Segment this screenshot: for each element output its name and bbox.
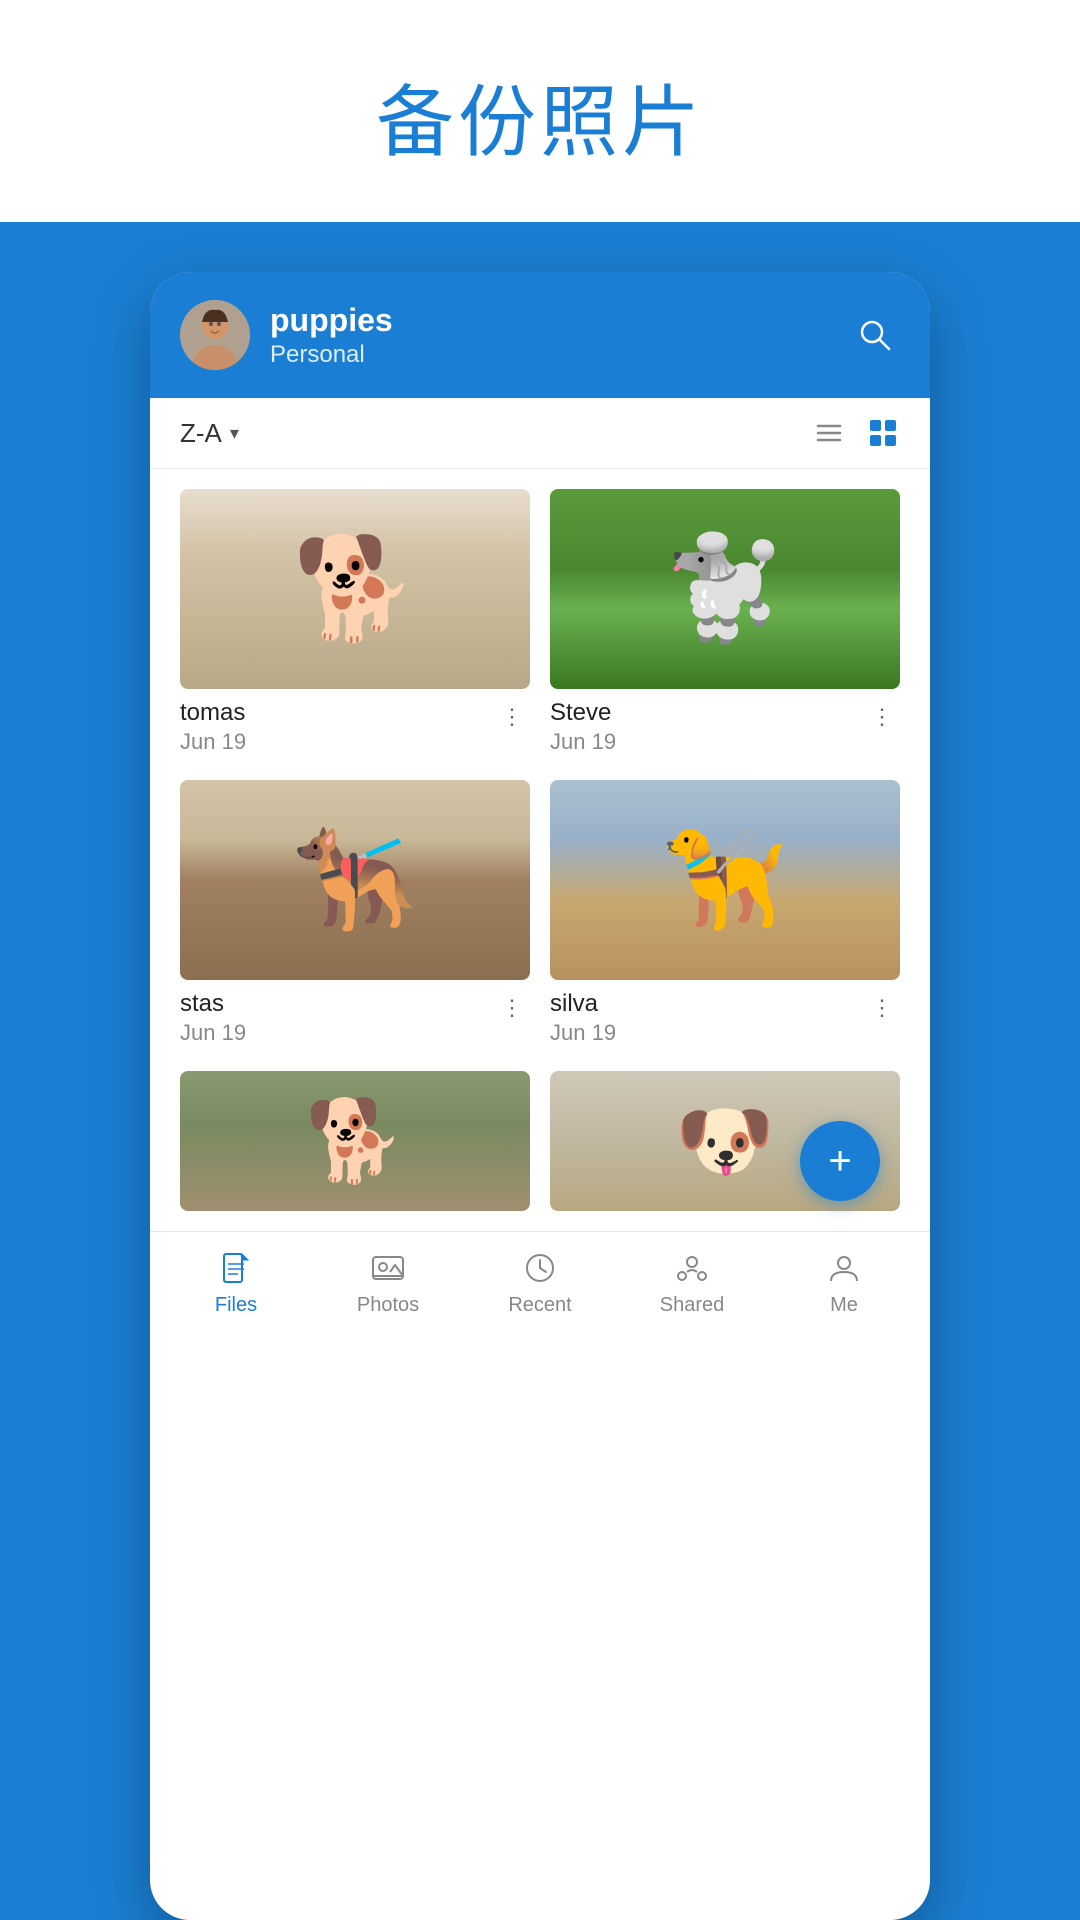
photo-date-stas: Jun 19 (180, 1020, 246, 1046)
photo-name-steve: Steve (550, 699, 616, 727)
photo-info-stas: stas Jun 19 ⋮ (180, 980, 530, 1051)
nav-label-shared: Shared (660, 1294, 725, 1317)
nav-item-recent[interactable]: Recent (464, 1248, 616, 1317)
page-title: 备份照片 (316, 0, 764, 222)
partial-card-1[interactable] (180, 1071, 530, 1211)
more-button-tomas[interactable]: ⋮ (494, 699, 530, 735)
sort-value: Z-A (180, 418, 222, 449)
header-text: puppies Personal (270, 302, 830, 369)
photo-card-steve: Steve Jun 19 ⋮ (550, 489, 900, 760)
search-button[interactable] (850, 310, 900, 360)
chevron-down-icon: ▾ (230, 423, 239, 444)
photo-name-silva: silva (550, 990, 616, 1018)
phone-frame: puppies Personal Z-A ▾ (150, 272, 930, 1920)
folder-type: Personal (270, 341, 830, 369)
shared-icon (672, 1248, 712, 1288)
photo-card-tomas: tomas Jun 19 ⋮ (180, 489, 530, 760)
photo-thumb-tomas[interactable] (180, 489, 530, 689)
photo-card-silva: silva Jun 19 ⋮ (550, 780, 900, 1051)
bottom-navigation: Files Photos (150, 1231, 930, 1341)
photo-thumb-stas[interactable] (180, 780, 530, 980)
view-toggle (812, 416, 900, 450)
photo-info-steve: Steve Jun 19 ⋮ (550, 689, 900, 760)
photo-info-silva: silva Jun 19 ⋮ (550, 980, 900, 1051)
top-section: 备份照片 (0, 0, 1080, 222)
photo-info-tomas: tomas Jun 19 ⋮ (180, 689, 530, 760)
me-icon (824, 1248, 864, 1288)
nav-item-photos[interactable]: Photos (312, 1248, 464, 1317)
add-icon: + (828, 1141, 851, 1181)
more-button-silva[interactable]: ⋮ (864, 990, 900, 1026)
nav-label-recent: Recent (508, 1294, 571, 1317)
nav-label-me: Me (830, 1294, 858, 1317)
photo-date-silva: Jun 19 (550, 1020, 616, 1046)
photos-icon (368, 1248, 408, 1288)
photo-name-tomas: tomas (180, 699, 246, 727)
photo-thumb-silva[interactable] (550, 780, 900, 980)
photo-date-steve: Jun 19 (550, 729, 616, 755)
more-button-steve[interactable]: ⋮ (864, 699, 900, 735)
app-header: puppies Personal (150, 272, 930, 398)
photo-name-stas: stas (180, 990, 246, 1018)
list-view-button[interactable] (812, 416, 846, 450)
nav-label-files: Files (215, 1294, 257, 1317)
sort-selector[interactable]: Z-A ▾ (180, 418, 239, 449)
grid-view-button[interactable] (866, 416, 900, 450)
more-button-stas[interactable]: ⋮ (494, 990, 530, 1026)
folder-name: puppies (270, 302, 830, 339)
sort-bar: Z-A ▾ (150, 398, 930, 469)
photo-grid: tomas Jun 19 ⋮ Steve Jun 19 ⋮ (150, 469, 930, 1071)
photo-card-stas: stas Jun 19 ⋮ (180, 780, 530, 1051)
nav-label-photos: Photos (357, 1294, 419, 1317)
nav-item-me[interactable]: Me (768, 1248, 920, 1317)
add-button[interactable]: + (800, 1121, 880, 1201)
files-icon (216, 1248, 256, 1288)
nav-item-shared[interactable]: Shared (616, 1248, 768, 1317)
nav-item-files[interactable]: Files (160, 1248, 312, 1317)
recent-icon (520, 1248, 560, 1288)
partial-photo-row: + (150, 1071, 930, 1231)
blue-section: puppies Personal Z-A ▾ (0, 222, 1080, 1920)
avatar (180, 300, 250, 370)
photo-thumb-steve[interactable] (550, 489, 900, 689)
page-background: 备份照片 pu (0, 0, 1080, 1920)
photo-date-tomas: Jun 19 (180, 729, 246, 755)
